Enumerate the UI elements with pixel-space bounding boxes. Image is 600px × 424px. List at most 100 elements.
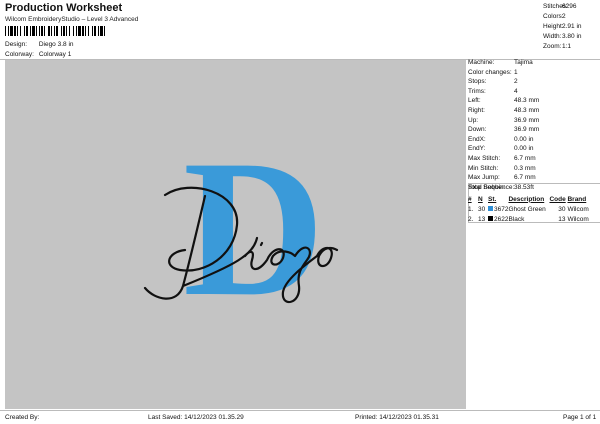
page-title: Production Worksheet xyxy=(5,2,123,14)
barcode-bar xyxy=(17,26,18,36)
detail-label: Color changes: xyxy=(468,68,512,76)
detail-label: Right: xyxy=(468,106,485,114)
barcode-bar xyxy=(8,26,9,36)
row-description: Ghost Green xyxy=(508,205,546,213)
detail-label: EndY: xyxy=(468,145,486,153)
barcode-image xyxy=(5,26,105,36)
detail-value: 36.9 mm xyxy=(514,116,540,124)
barcode-bar xyxy=(30,26,31,36)
barcode-bar xyxy=(36,26,37,36)
row-stitch-number: 3672 xyxy=(494,205,509,213)
barcode-bar xyxy=(51,26,52,36)
detail-label: Max Stitch: xyxy=(468,154,501,162)
stat-label: Stitches: xyxy=(543,3,568,10)
detail-value: 0.00 in xyxy=(514,135,534,143)
row-index: 2. xyxy=(468,215,474,223)
col-index: # xyxy=(468,195,472,203)
col-stitches: St. xyxy=(488,195,497,203)
stat-value: 6296 xyxy=(562,3,577,10)
row-needle: 13 xyxy=(478,215,486,223)
stat-value: 2.91 in xyxy=(562,23,582,30)
row-brand: Wilcom xyxy=(567,215,589,223)
colorway-row: Colorway: Colorway 1 xyxy=(5,51,71,58)
stat-row: Stitches: 6296 xyxy=(543,2,600,12)
barcode-bar xyxy=(32,26,35,36)
design-name-row: Design: Diego 3.8 in xyxy=(5,41,74,48)
detail-value: 1 xyxy=(514,68,518,76)
row-code: 13 xyxy=(558,215,566,223)
detail-row: EndY: 0.00 in xyxy=(468,144,600,154)
detail-label: EndX: xyxy=(468,135,486,143)
detail-row: EndX: 0.00 in xyxy=(468,135,600,145)
barcode-bar xyxy=(76,26,77,36)
barcode-bar xyxy=(73,26,74,36)
detail-row: Stops: 2 xyxy=(468,77,600,87)
design-preview-canvas: D xyxy=(5,60,466,409)
color-swatch xyxy=(488,216,493,222)
col-code: Code xyxy=(549,195,566,203)
detail-row: Min Stitch: 0.3 mm xyxy=(468,164,600,174)
detail-value: 48.3 mm xyxy=(514,106,540,114)
stat-label: Height: xyxy=(543,23,564,30)
detail-row: Max Jump: 6.7 mm xyxy=(468,173,600,183)
worksheet-footer: Created By: Last Saved: 14/12/2023 01.35… xyxy=(0,410,600,424)
color-swatch xyxy=(488,206,493,212)
barcode-bar xyxy=(98,26,99,36)
barcode-bar xyxy=(26,26,28,36)
table-row: 2. 13 2622 Black 13 Wilcom xyxy=(468,214,600,224)
stop-sequence: Stop Sequence: # N St. Description Code … xyxy=(468,184,600,224)
detail-value: 0.00 in xyxy=(514,145,534,153)
detail-label: Trims: xyxy=(468,87,486,95)
barcode-bar xyxy=(104,26,105,36)
row-brand: Wilcom xyxy=(567,205,589,213)
stat-label: Colors: xyxy=(543,13,564,20)
barcode-bar xyxy=(5,26,6,36)
barcode-bar xyxy=(94,26,96,36)
stat-value: 1:1 xyxy=(562,43,572,50)
detail-row: Trims: 4 xyxy=(468,87,600,97)
barcode-bar xyxy=(78,26,81,36)
stat-row: Zoom: 1:1 xyxy=(543,42,600,52)
barcode-bar xyxy=(92,26,93,36)
row-code: 30 xyxy=(558,205,566,213)
monogram-letter: D xyxy=(183,120,325,337)
table-header-row: # N St. Description Code Brand xyxy=(468,194,600,204)
barcode-bar xyxy=(48,26,50,36)
barcode-bar xyxy=(66,26,67,36)
barcode-bar xyxy=(69,26,70,36)
barcode-bar xyxy=(63,26,65,36)
barcode-bar xyxy=(10,26,13,36)
stat-value: 2 xyxy=(562,13,566,20)
worksheet-header: Production Worksheet Wilcom EmbroiderySt… xyxy=(0,0,600,60)
detail-row: Max Stitch: 6.7 mm xyxy=(468,154,600,164)
barcode-bar xyxy=(20,26,21,36)
barcode-bar xyxy=(88,26,89,36)
detail-value: 48.3 mm xyxy=(514,97,540,105)
created-by: Created By: xyxy=(5,414,40,421)
detail-row: Color changes: 1 xyxy=(468,68,600,78)
barcode-bar xyxy=(14,26,16,36)
detail-row: Up: 36.9 mm xyxy=(468,116,600,126)
detail-value: 6.7 mm xyxy=(514,154,536,162)
machine-details: Machine: Tajima Color changes: 1 Stops: 2 T… xyxy=(468,58,600,192)
detail-label: Up: xyxy=(468,116,479,124)
row-index: 1. xyxy=(468,205,474,213)
detail-label: Down: xyxy=(468,126,487,134)
barcode-bar xyxy=(44,26,45,36)
stat-row: Colors: 2 xyxy=(543,12,600,22)
design-value: Diego 3.8 in xyxy=(38,41,74,48)
detail-value: Tajima xyxy=(514,59,533,66)
stat-label: Zoom: xyxy=(543,43,562,50)
row-stitch-cell: 2622 xyxy=(488,214,508,224)
detail-value: 6.7 mm xyxy=(514,174,536,182)
row-stitch-number: 2622 xyxy=(494,215,509,223)
stat-value: 3.80 in xyxy=(562,33,582,40)
detail-row: Left: 48.3 mm xyxy=(468,96,600,106)
barcode-bar xyxy=(56,26,58,36)
detail-row: Right: 48.3 mm xyxy=(468,106,600,116)
col-brand: Brand xyxy=(567,195,587,203)
page-number: Page 1 of 1 xyxy=(563,414,597,421)
detail-label: Min Stitch: xyxy=(468,164,499,172)
row-stitch-cell: 3672 xyxy=(488,204,508,214)
stop-sequence-title: Stop Sequence: xyxy=(468,184,515,191)
